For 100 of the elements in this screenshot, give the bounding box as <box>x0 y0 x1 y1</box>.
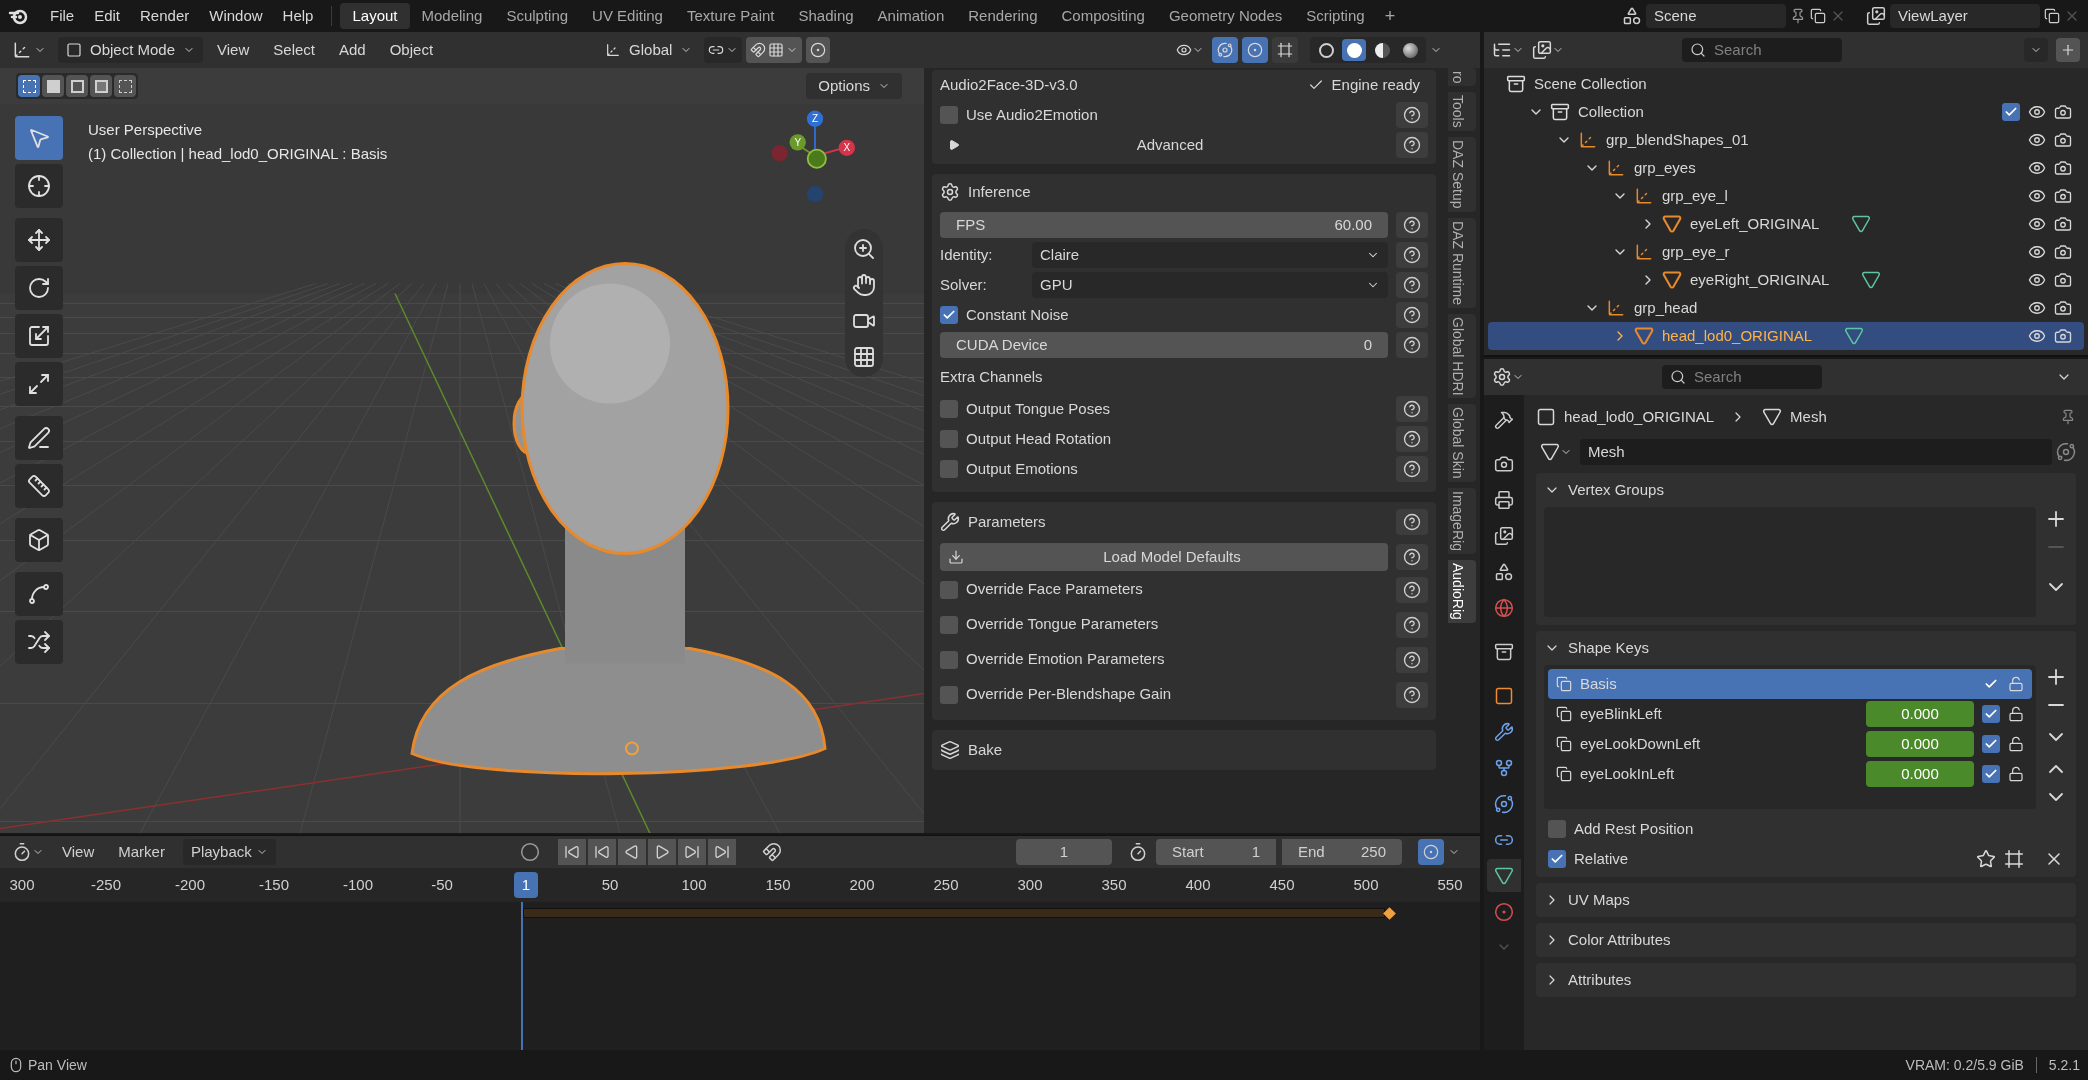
outliner-label: grp_eye_l <box>1662 185 1728 206</box>
menu-item[interactable]: Add <box>329 38 376 62</box>
viewport-info-text: (1) Collection | head_lod0_ORIGINAL : Basis <box>88 144 388 164</box>
outliner-row[interactable]: grp_head <box>1488 294 2084 322</box>
menu-item[interactable]: View <box>207 38 260 62</box>
checkbox-label: Output Tongue Poses <box>966 398 1111 419</box>
outliner-label: grp_blendShapes_01 <box>1606 129 1749 150</box>
end-frame-field[interactable]: End 250 <box>1282 839 1402 865</box>
menu-item[interactable]: Select <box>263 38 325 62</box>
current-frame-field[interactable]: 1 <box>1016 839 1112 865</box>
add-workspace-button[interactable]: + <box>1376 2 1404 30</box>
solver-dropdown[interactable]: GPU <box>1032 272 1388 298</box>
outliner-row[interactable]: grp_eye_r <box>1488 238 2084 266</box>
sidebar-tab[interactable]: ro <box>1448 68 1476 87</box>
playback-dropdown[interactable]: Playback <box>182 839 276 865</box>
sidebar-tab[interactable]: Tools <box>1448 92 1476 132</box>
fps-field[interactable]: FPS 60.00 <box>940 212 1388 238</box>
panel-title: Parameters <box>968 511 1047 532</box>
field-label: Solver: <box>940 274 988 295</box>
panel-header[interactable]: Shape Keys <box>1536 631 2076 665</box>
search-field[interactable]: Search <box>1662 365 1822 389</box>
outliner-row[interactable]: head_lod0_ORIGINAL <box>1488 322 2084 350</box>
current-frame-badge[interactable]: 1 <box>513 872 539 898</box>
shape-key-row[interactable]: eyeBlinkLeft 0.000 <box>1548 699 2032 729</box>
view-layer-field[interactable]: ViewLayer <box>1890 4 2040 28</box>
navigation-gizmo[interactable]: Z Y X <box>765 106 865 206</box>
workspace-tab[interactable]: Animation <box>865 3 957 29</box>
workspace-tab[interactable]: Shading <box>786 3 866 29</box>
shape-key-value-field[interactable]: 0.000 <box>1866 731 1974 757</box>
workspace-tab[interactable]: Scripting <box>1294 3 1377 29</box>
outliner-label: eyeRight_ORIGINAL <box>1690 269 1830 290</box>
advanced-toggle[interactable]: Advanced <box>940 132 1388 158</box>
workspace-tab[interactable]: Compositing <box>1049 3 1157 29</box>
panel-header[interactable]: UV Maps <box>1536 883 2076 917</box>
orientation-dropdown[interactable]: Global <box>597 37 701 63</box>
shape-key-name: eyeLookDownLeft <box>1580 733 1702 754</box>
menu-item[interactable]: Edit <box>84 4 131 28</box>
frame-number: 200 <box>848 874 876 895</box>
checkbox-label: Override Face Parameters <box>966 579 1144 600</box>
sidebar-tab[interactable]: Global HDRI <box>1448 313 1476 399</box>
frame-number: 50 <box>600 874 620 895</box>
workspace-tab[interactable]: Modeling <box>409 3 495 29</box>
panel-header[interactable]: Vertex Groups <box>1536 473 2076 507</box>
outliner-row[interactable]: eyeLeft_ORIGINAL <box>1488 210 2084 238</box>
workspace-tab[interactable]: Rendering <box>956 3 1050 29</box>
outliner-label: Scene Collection <box>1534 73 1647 94</box>
shape-key-row[interactable]: eyeLookDownLeft 0.000 <box>1548 729 2032 759</box>
outliner-row[interactable]: grp_blendShapes_01 <box>1488 126 2084 154</box>
frame-number: -100 <box>342 874 374 895</box>
options-dropdown[interactable]: Options <box>806 73 902 99</box>
sidebar-tab[interactable]: DAZ Setup <box>1448 137 1476 212</box>
section-label: Extra Channels <box>940 366 1043 387</box>
sidebar-tab[interactable]: AudioRig <box>1448 559 1476 623</box>
checkbox-label: Add Rest Position <box>1574 818 1694 839</box>
mesh-name-field[interactable]: Mesh <box>1580 439 2052 465</box>
sidebar-tab[interactable]: DAZ Runtime <box>1448 217 1476 308</box>
menu-item[interactable]: File <box>40 4 85 28</box>
outliner-row[interactable]: grp_eyes <box>1488 154 2084 182</box>
start-frame-field[interactable]: Start 1 <box>1156 839 1276 865</box>
checkbox-label: Use Audio2Emotion <box>966 104 1099 125</box>
vram-usage: VRAM: 0.2/5.9 GiB <box>1905 1055 2024 1075</box>
shape-key-value-field[interactable]: 0.000 <box>1866 761 1974 787</box>
viewport-info-text: User Perspective <box>88 120 204 140</box>
workspace-tab[interactable]: UV Editing <box>580 3 675 29</box>
panel-header[interactable]: Color Attributes <box>1536 923 2076 957</box>
mode-dropdown[interactable]: Object Mode <box>58 37 204 63</box>
frame-number: 500 <box>1352 874 1380 895</box>
menu-item[interactable]: Object <box>379 38 444 62</box>
shape-key-name: Basis <box>1580 673 1618 694</box>
scene-field[interactable]: Scene <box>1646 4 1786 28</box>
checkbox-label: Override Per-Blendshape Gain <box>966 684 1173 705</box>
menu-item[interactable]: Window <box>199 4 273 28</box>
menu-item[interactable]: Help <box>272 4 324 28</box>
outliner-row[interactable]: Scene Collection <box>1488 70 2084 98</box>
checkbox-label: Override Emotion Parameters <box>966 649 1166 670</box>
outliner-row[interactable]: grp_eye_l <box>1488 182 2084 210</box>
outliner-row[interactable]: Collection <box>1488 98 2084 126</box>
workspace-tab[interactable]: Sculpting <box>494 3 581 29</box>
shape-key-value-field[interactable]: 0.000 <box>1866 701 1974 727</box>
frame-number: -250 <box>90 874 122 895</box>
panel-header[interactable]: Attributes <box>1536 963 2076 997</box>
workspace-tab[interactable]: Geometry Nodes <box>1156 3 1295 29</box>
outliner-row[interactable]: eyeRight_ORIGINAL <box>1488 266 2084 294</box>
sidebar-tab[interactable]: Global Skin <box>1448 404 1476 482</box>
sidebar-tab[interactable]: ImageRig <box>1448 487 1476 554</box>
menu-item[interactable]: Marker <box>108 840 175 864</box>
shape-key-row[interactable]: eyeLookInLeft 0.000 <box>1548 759 2032 789</box>
menu-item[interactable]: Render <box>130 4 200 28</box>
panel-title: Inference <box>968 181 1031 202</box>
outliner-label: eyeLeft_ORIGINAL <box>1690 213 1820 234</box>
workspace-tab[interactable]: Texture Paint <box>674 3 787 29</box>
menu-item[interactable]: View <box>52 840 105 864</box>
load-defaults-button[interactable]: Load Model Defaults <box>940 543 1388 571</box>
frame-number: 150 <box>764 874 792 895</box>
workspace-tab[interactable]: Layout <box>340 3 410 29</box>
breadcrumb-item: Mesh <box>1790 406 1827 427</box>
identity-dropdown[interactable]: Claire <box>1032 242 1388 268</box>
search-field[interactable]: Search <box>1682 38 1842 62</box>
frame-number: 400 <box>1184 874 1212 895</box>
cuda-device-field[interactable]: CUDA Device 0 <box>940 332 1388 358</box>
